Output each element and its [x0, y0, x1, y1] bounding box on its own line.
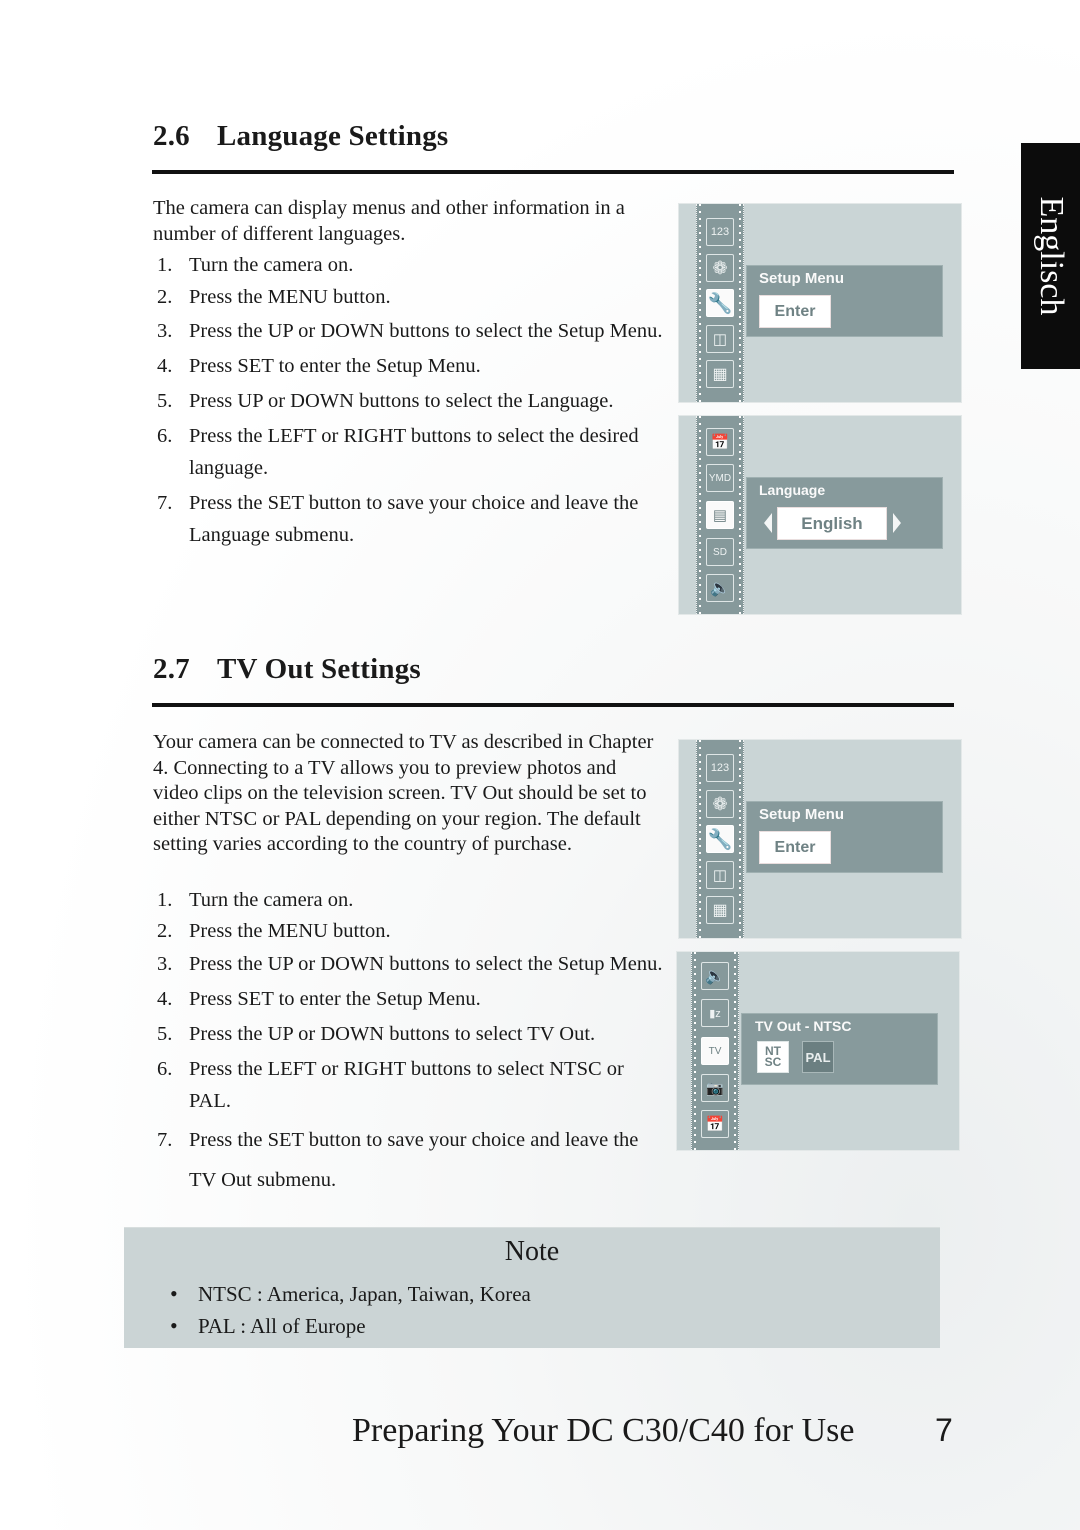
aperture-icon: ❁	[706, 790, 734, 818]
section-title-language: 2.6 Language Settings	[153, 120, 448, 153]
setup-menu-title: Setup Menu	[759, 806, 844, 823]
language-panel: Language English	[746, 477, 943, 549]
section-heading: Language Settings	[217, 120, 449, 152]
wrench-icon: 🔧	[706, 289, 734, 317]
playback-icon: ◫	[706, 861, 734, 889]
tvout-panel-title: TV Out - NTSC	[755, 1018, 852, 1034]
setup-menu-title: Setup Menu	[759, 270, 844, 287]
tvout-intro: Your camera can be connected to TV as de…	[153, 731, 654, 855]
camera-screen-tvout: 🔈 ▮z TV 📷 📅 TV Out - NTSC NT SC PAL	[676, 951, 960, 1151]
footer-title: Preparing Your DC C30/C40 for Use	[352, 1412, 855, 1449]
pal-option[interactable]: PAL	[802, 1041, 834, 1073]
setup-menu-panel: Setup Menu Enter	[746, 265, 943, 337]
sound-icon: 🔈	[701, 962, 729, 990]
note-list: NTSC : America, Japan, Taiwan, Korea PAL…	[170, 1278, 531, 1342]
camera-screen-setup-menu: 123 ❁ 🔧 ◫ ▦ Setup Menu Enter	[678, 203, 962, 403]
section-number: 2.6	[153, 120, 190, 152]
image-number-icon: 123	[706, 754, 734, 782]
note-item: NTSC : America, Japan, Taiwan, Korea	[170, 1278, 531, 1310]
step-item: 5. Press the UP or DOWN buttons to select…	[157, 1023, 596, 1045]
section-number: 2.7	[153, 653, 190, 685]
enter-button[interactable]: Enter	[759, 295, 831, 328]
image-number-icon: 123	[706, 218, 734, 246]
page-number: 7	[935, 1412, 953, 1448]
step-item: 4. Press SET to enter the Setup Menu.	[157, 988, 481, 1010]
power-save-icon: ▮z	[701, 999, 729, 1027]
icon-strip: 📅 YMD ▤ SD 🔈	[696, 416, 744, 614]
enter-button[interactable]: Enter	[759, 831, 831, 864]
tvout-panel: TV Out - NTSC NT SC PAL	[741, 1013, 938, 1085]
tv-icon: TV	[701, 1037, 729, 1065]
step-item: 3. Press the UP or DOWN buttons to select…	[157, 953, 663, 975]
step-item: 2. Press the MENU button.	[157, 286, 391, 308]
date-time-icon: 📅	[701, 1110, 729, 1138]
language-steps: 1. Turn the camera on. 2. Press the MENU b…	[153, 251, 663, 554]
note-box: Note NTSC : America, Japan, Taiwan, Kore…	[124, 1227, 940, 1348]
section-divider	[152, 170, 954, 174]
date-format-ymd-icon: YMD	[706, 464, 734, 492]
setup-menu-panel: Setup Menu Enter	[746, 801, 943, 873]
tvout-steps: 1. Turn the camera on. 2. Press the MENU b…	[153, 886, 663, 1203]
step-item: 1. Turn the camera on.	[157, 889, 354, 911]
language-side-tab: Englisch	[1021, 143, 1080, 369]
step-item: 6. Press the LEFT or RIGHT buttons to sel…	[157, 1058, 624, 1112]
step-item: 6. Press the LEFT or RIGHT buttons to sel…	[157, 425, 639, 479]
icon-strip: 🔈 ▮z TV 📷 📅	[691, 952, 739, 1150]
arrow-left-icon[interactable]	[764, 513, 772, 533]
aperture-icon: ❁	[706, 254, 734, 282]
section-title-tvout: 2.7 TV Out Settings	[153, 653, 421, 686]
step-item: 3. Press the UP or DOWN buttons to select…	[157, 320, 663, 342]
language-intro: The camera can display menus and other i…	[153, 197, 625, 245]
slideshow-icon: ▦	[706, 896, 734, 924]
step-item: 7. Press the SET button to save your choi…	[157, 1129, 639, 1191]
language-value[interactable]: English	[777, 507, 887, 540]
section-divider	[152, 703, 954, 707]
icon-strip: 123 ❁ 🔧 ◫ ▦	[696, 740, 744, 938]
step-item: 2. Press the MENU button.	[157, 920, 391, 942]
language-panel-title: Language	[759, 482, 826, 498]
language-icon: ▤	[706, 501, 734, 529]
step-item: 4. Press SET to enter the Setup Menu.	[157, 355, 481, 377]
step-item: 5. Press UP or DOWN buttons to select the…	[157, 390, 614, 412]
note-title: Note	[504, 1236, 560, 1267]
ntsc-option[interactable]: NT SC	[757, 1041, 789, 1073]
step-item: 7. Press the SET button to save your choi…	[157, 492, 639, 546]
slideshow-icon: ▦	[706, 360, 734, 388]
camera-screen-setup-menu-2: 123 ❁ 🔧 ◫ ▦ Setup Menu Enter	[678, 739, 962, 939]
icon-strip: 123 ❁ 🔧 ◫ ▦	[696, 204, 744, 402]
date-time-icon: 📅	[706, 428, 734, 456]
note-item: PAL : All of Europe	[170, 1310, 531, 1342]
side-tab-label: Englisch	[1032, 196, 1070, 316]
section-heading: TV Out Settings	[217, 653, 421, 685]
playback-icon: ◫	[706, 325, 734, 353]
wrench-icon: 🔧	[706, 825, 734, 853]
step-item: 1. Turn the camera on.	[157, 254, 354, 276]
camera-reset-icon: 📷	[701, 1074, 729, 1102]
sd-format-icon: SD	[706, 538, 734, 566]
sound-icon: 🔈	[706, 574, 734, 602]
camera-screen-language: 📅 YMD ▤ SD 🔈 Language English	[678, 415, 962, 615]
arrow-right-icon[interactable]	[893, 513, 901, 533]
